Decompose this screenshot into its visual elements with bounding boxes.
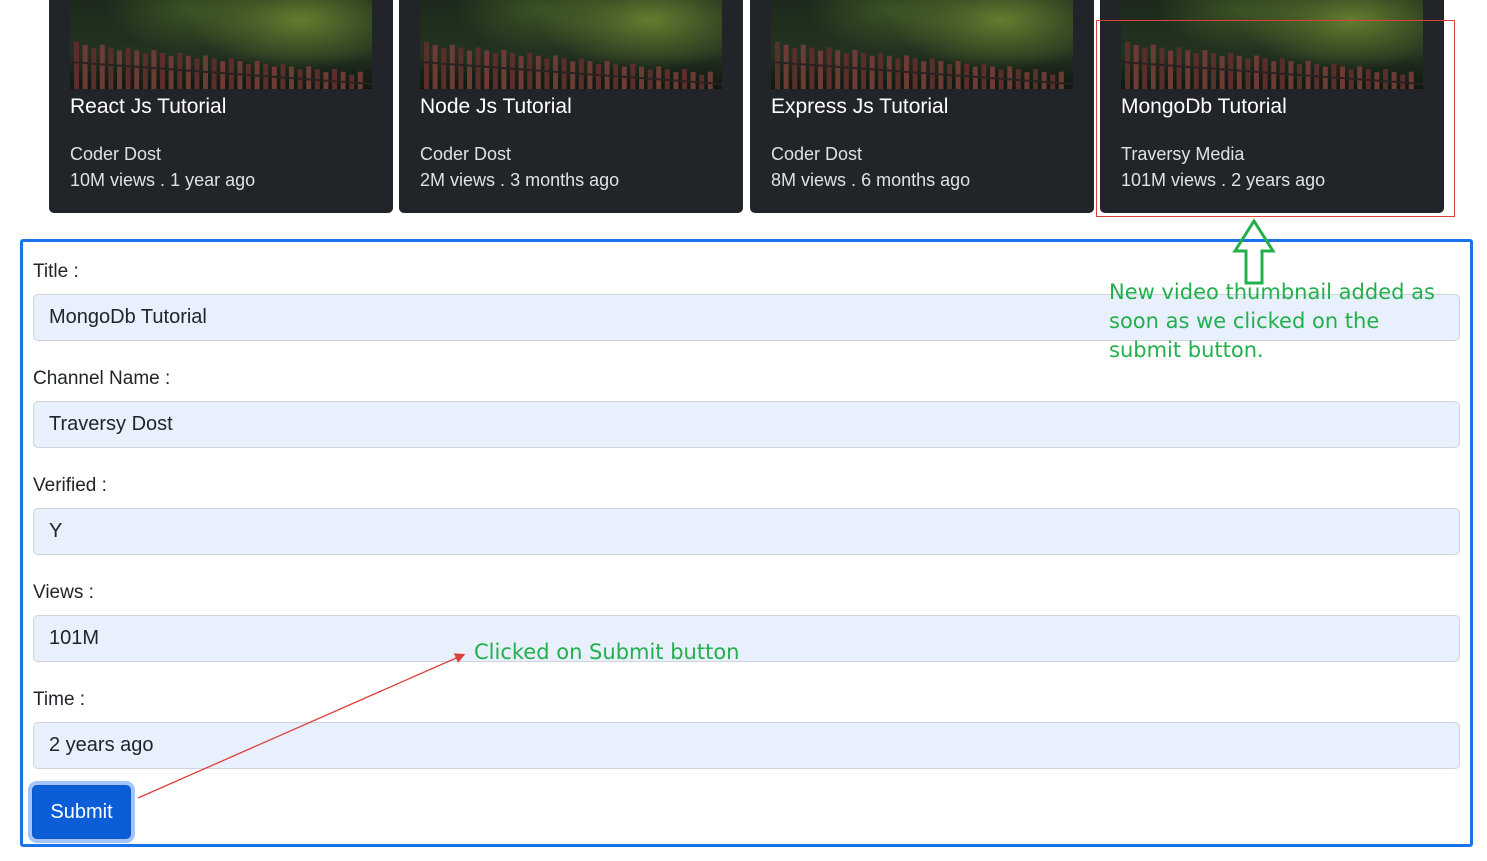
- card-time: 3 months ago: [510, 170, 620, 190]
- card-views: 101M views: [1121, 170, 1217, 190]
- card-time: 2 years ago: [1231, 170, 1326, 190]
- verified-input[interactable]: [33, 508, 1460, 555]
- video-card-new[interactable]: MongoDb Tutorial Traversy Media 101M vie…: [1100, 0, 1444, 213]
- card-channel: Coder Dost: [420, 144, 512, 164]
- card-meta: 8M views . 6 months ago: [771, 169, 970, 191]
- channel-name-input[interactable]: [33, 401, 1460, 448]
- card-channel: Coder Dost: [771, 144, 863, 164]
- submit-annotation-note: Clicked on Submit button: [474, 640, 740, 664]
- card-views: 10M views: [70, 170, 156, 190]
- title-label: Title :: [33, 261, 79, 282]
- card-time: 6 months ago: [861, 170, 971, 190]
- card-channel: Coder Dost: [70, 144, 162, 164]
- card-title[interactable]: Node Js Tutorial: [420, 94, 572, 120]
- card-title[interactable]: MongoDb Tutorial: [1121, 94, 1287, 120]
- thumbnail-image: [420, 42, 722, 89]
- thumbnail-annotation-note: New video thumbnail added as soon as we …: [1109, 280, 1435, 362]
- thumbnail-image: [70, 42, 372, 89]
- page: React Js Tutorial Coder Dost 10M views .…: [0, 0, 1487, 861]
- card-title[interactable]: React Js Tutorial: [70, 94, 226, 120]
- video-card[interactable]: Express Js Tutorial Coder Dost 8M views …: [750, 0, 1094, 213]
- time-input[interactable]: [33, 722, 1460, 769]
- thumbnail-image: [1121, 42, 1423, 89]
- video-thumbnail[interactable]: [420, 0, 722, 89]
- card-meta: 2M views . 3 months ago: [420, 169, 619, 191]
- views-label: Views :: [33, 582, 94, 603]
- verified-label: Verified :: [33, 475, 107, 496]
- video-card[interactable]: React Js Tutorial Coder Dost 10M views .…: [49, 0, 393, 213]
- video-thumbnail[interactable]: [1121, 0, 1423, 89]
- video-thumbnail[interactable]: [771, 0, 1073, 89]
- card-views: 8M views: [771, 170, 847, 190]
- channel-name-label: Channel Name :: [33, 368, 171, 389]
- card-views: 2M views: [420, 170, 496, 190]
- video-card[interactable]: Node Js Tutorial Coder Dost 2M views . 3…: [399, 0, 743, 213]
- card-meta: 101M views . 2 years ago: [1121, 169, 1325, 191]
- views-input[interactable]: [33, 615, 1460, 662]
- card-separator: .: [500, 170, 506, 190]
- card-separator: .: [851, 170, 857, 190]
- video-thumbnail[interactable]: [70, 0, 372, 89]
- thumbnail-image: [771, 42, 1073, 89]
- card-channel: Traversy Media: [1121, 144, 1245, 164]
- card-time: 1 year ago: [170, 170, 256, 190]
- card-separator: .: [1221, 170, 1227, 190]
- card-meta: 10M views . 1 year ago: [70, 169, 255, 191]
- time-label: Time :: [33, 689, 86, 710]
- submit-button[interactable]: Submit: [32, 785, 131, 839]
- card-title[interactable]: Express Js Tutorial: [771, 94, 948, 120]
- card-separator: .: [160, 170, 166, 190]
